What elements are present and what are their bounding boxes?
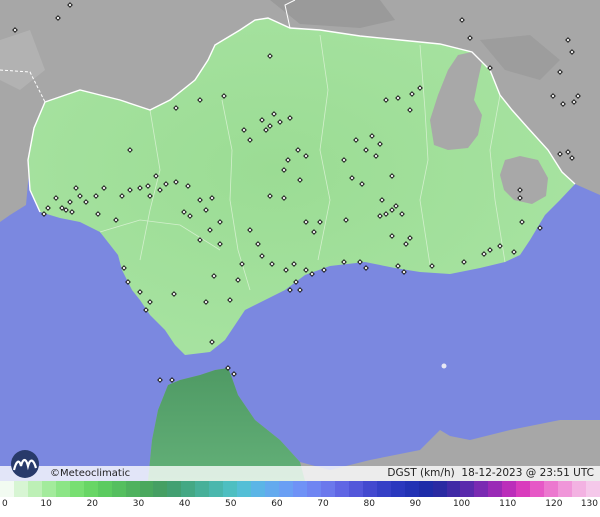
legend-swatch — [530, 481, 545, 497]
legend-swatch — [265, 481, 280, 497]
legend-swatch — [418, 481, 433, 497]
legend-swatch — [586, 481, 600, 497]
legend-swatch — [279, 481, 294, 497]
legend-swatch — [474, 481, 489, 497]
legend-swatch — [251, 481, 266, 497]
color-scale-legend: 0 10 20 30 40 50 60 70 80 90 100 110 120 130 — [0, 481, 600, 517]
legend-swatch — [516, 481, 531, 497]
legend-swatch — [502, 481, 517, 497]
legend-swatch — [181, 481, 196, 497]
legend-tick-label: 80 — [363, 499, 375, 509]
legend-swatch — [69, 481, 84, 497]
map-svg — [0, 0, 600, 481]
legend-swatch — [432, 481, 447, 497]
legend-tick-label: 90 — [409, 499, 422, 509]
legend-tick-label: 110 — [499, 499, 517, 509]
legend-tick-label: 0 — [2, 499, 8, 509]
legend-swatch — [83, 481, 98, 497]
timestamp: 18-12-2023 @ 23:51 UTC — [461, 467, 594, 479]
legend-swatch — [0, 481, 14, 497]
legend-swatch — [13, 481, 28, 497]
legend-tick-label: 130 — [580, 499, 598, 509]
legend-swatch — [139, 481, 154, 497]
legend-swatch — [404, 481, 419, 497]
legend-tick-label: 60 — [271, 499, 283, 509]
legend-swatch — [41, 481, 56, 497]
legend-swatch — [306, 481, 321, 497]
legend-tick-label: 10 — [40, 499, 52, 509]
legend-swatch — [558, 481, 573, 497]
legend-swatch — [125, 481, 140, 497]
legend-swatch — [237, 481, 252, 497]
legend-swatch — [572, 481, 587, 497]
legend-tick-label: 120 — [545, 499, 563, 509]
legend-swatch — [209, 481, 224, 497]
legend-swatch — [153, 481, 168, 497]
legend-swatch — [376, 481, 391, 497]
legend-swatch — [460, 481, 475, 497]
legend-tick-label: 40 — [178, 499, 191, 509]
legend-swatch — [293, 481, 307, 497]
variable-label: DGST (km/h) — [387, 467, 455, 479]
legend-swatch — [167, 481, 182, 497]
legend-swatch — [27, 481, 42, 497]
legend-tick-label: 20 — [86, 499, 99, 509]
legend-swatch — [446, 481, 461, 497]
legend-swatch — [362, 481, 377, 497]
legend-swatch — [223, 481, 238, 497]
legend-swatch — [320, 481, 335, 497]
legend-tick-label: 100 — [452, 499, 471, 509]
legend-swatch — [334, 481, 349, 497]
legend-swatch — [97, 481, 112, 497]
legend-swatch — [55, 481, 70, 497]
legend-swatch — [348, 481, 363, 497]
legend-swatch — [390, 481, 405, 497]
legend-tick-label: 50 — [225, 499, 237, 509]
legend-color-bar — [0, 481, 600, 497]
legend-swatch — [544, 481, 559, 497]
legend-tick-label: 70 — [317, 499, 329, 509]
map-status-stamp: DGST (km/h) 18-12-2023 @ 23:51 UTC — [387, 467, 594, 480]
alboran-island — [441, 363, 447, 369]
legend-swatch — [488, 481, 503, 497]
meteoclimatic-m-logo-icon — [3, 446, 51, 479]
legend-swatch — [111, 481, 126, 497]
wind-gust-map — [0, 0, 600, 481]
legend-tick-label: 30 — [132, 499, 145, 509]
brand-label: ©Meteoclimatic — [50, 468, 131, 479]
legend-swatch — [195, 481, 210, 497]
